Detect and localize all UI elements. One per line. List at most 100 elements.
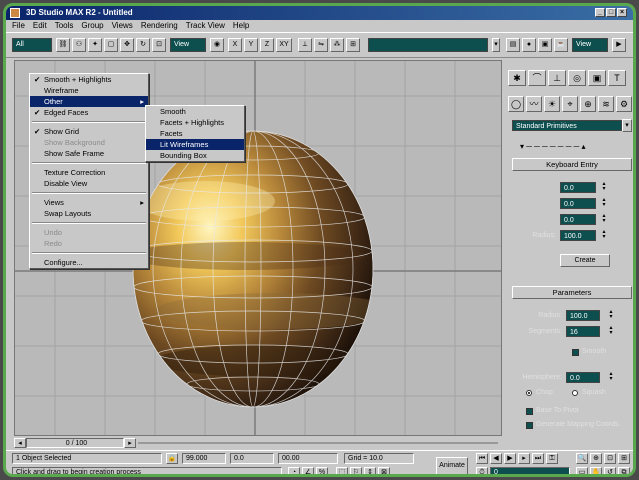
zoom-extents-all-icon[interactable]: ⊞ [618,453,630,464]
reference-coordinate-dropdown[interactable]: View [170,38,206,52]
menu-rendering[interactable]: Rendering [141,20,178,32]
zoom-icon[interactable]: 🔍 [576,453,588,464]
zoom-all-icon[interactable]: ⊕ [590,453,602,464]
select-link-icon[interactable]: ⛓ [56,38,70,52]
submenu-item-lit-wireframes[interactable]: Lit Wireframes [146,139,244,150]
kb-y-field[interactable]: 0.0 [560,198,596,209]
inverse-kinematics-icon[interactable]: ⟂ [298,38,312,52]
pan-icon[interactable]: ✋ [590,467,602,474]
align-icon[interactable]: ⊞ [346,38,360,52]
kb-x-spinner-icon[interactable]: ▴ ▾ [601,181,607,193]
menu-item-disable-view[interactable]: Disable View [30,178,148,189]
menu-group[interactable]: Group [81,20,103,32]
selection-filter-dropdown[interactable]: All [12,38,52,52]
prev-frame-icon[interactable]: ◀ [490,453,502,464]
animate-button[interactable]: Animate [436,457,468,474]
bind-space-warp-icon[interactable]: ✦ [88,38,102,52]
angle-snap-icon[interactable]: ∠ [302,467,314,474]
select-scale-icon[interactable]: ⊡ [152,38,166,52]
smooth-checkbox[interactable] [572,349,579,356]
window-crossing-icon[interactable]: ⬚ [336,467,348,474]
menu-views[interactable]: Views [112,20,133,32]
frame-readout[interactable]: 0 / 100 [26,438,124,448]
menu-edit[interactable]: Edit [33,20,47,32]
menu-item-swap-layouts[interactable]: Swap Layouts [30,208,148,219]
hemisphere-field[interactable]: 0.0 [566,372,600,383]
material-editor-icon[interactable]: ● [522,38,536,52]
menu-help[interactable]: Help [233,20,249,32]
chevron-down-icon[interactable]: ▾ [492,38,500,52]
maximize-toggle-icon[interactable]: ⧉ [618,467,630,474]
pivot-center-icon[interactable]: ◉ [210,38,224,52]
time-slider[interactable]: ◂ 0 / 100 ▸ [6,438,502,448]
arc-rotate-icon[interactable]: ↺ [604,467,616,474]
chop-radio[interactable] [526,390,532,396]
crossing-icon[interactable]: ⊠ [378,467,390,474]
unlink-icon[interactable]: ⚇ [72,38,86,52]
close-button[interactable]: × [617,8,627,17]
mirror-icon[interactable]: ⇋ [314,38,328,52]
goto-start-icon[interactable]: ⏮ [476,453,488,464]
snap-toggle-icon[interactable]: ◔ [288,467,300,474]
percent-snap-icon[interactable]: % [316,467,328,474]
quick-render-icon[interactable]: ☕ [554,38,568,52]
motion-tab-icon[interactable]: ◎ [568,70,586,86]
submenu-item-facets[interactable]: Facets [146,128,244,139]
perspective-viewport[interactable]: ✔ Smooth + Highlights Wireframe Other ▸ ✔ Edge… [14,60,502,436]
kb-z-field[interactable]: 0.0 [560,214,596,225]
base-to-pivot-checkbox[interactable] [526,408,533,415]
kb-x-field[interactable]: 0.0 [560,182,596,193]
space-warps-icon[interactable]: ≋ [598,96,614,112]
geometry-icon[interactable]: ◯ [508,96,524,112]
menu-item-edged-faces[interactable]: ✔ Edged Faces [30,107,148,118]
utilities-tab-icon[interactable]: T [608,70,626,86]
play-icon[interactable]: ▶ [504,453,516,464]
object-type-dropdown[interactable]: Standard Primitives [512,120,622,131]
degradation-override-icon[interactable]: ⚐ [350,467,362,474]
kb-z-spinner-icon[interactable]: ▴ ▾ [601,213,607,225]
select-object-icon[interactable]: ▢ [104,38,118,52]
render-last-icon[interactable]: ▶ [612,38,626,52]
helpers-icon[interactable]: ⊕ [580,96,596,112]
next-frame-icon[interactable]: ▸ [518,453,530,464]
hierarchy-tab-icon[interactable]: ⊥ [548,70,566,86]
maximize-button[interactable]: □ [606,8,616,17]
region-zoom-icon[interactable]: ▭ [576,467,588,474]
lights-icon[interactable]: ☀ [544,96,560,112]
menu-tools[interactable]: Tools [55,20,74,32]
systems-icon[interactable]: ⚙ [616,96,632,112]
create-button[interactable]: Create [560,254,610,267]
keyboard-entry-rollout[interactable]: Keyboard Entry [512,158,632,171]
cameras-icon[interactable]: ⌖ [562,96,578,112]
minimize-button[interactable]: _ [595,8,605,17]
select-rotate-icon[interactable]: ↻ [136,38,150,52]
time-track[interactable] [138,442,498,444]
menu-item-configure[interactable]: Configure... [30,257,148,268]
render-type-dropdown[interactable]: View [572,38,608,52]
segments-field[interactable]: 16 [566,326,600,337]
zoom-extents-icon[interactable]: ⊡ [604,453,616,464]
menu-track-view[interactable]: Track View [186,20,225,32]
menu-item-other[interactable]: Other ▸ [30,96,148,107]
axis-y-button[interactable]: Y [244,38,258,52]
time-next-icon[interactable]: ▸ [124,438,136,448]
modify-tab-icon[interactable]: ⌒ [528,70,546,86]
menu-item-texture-correction[interactable]: Texture Correction [30,167,148,178]
radius-field[interactable]: 100.0 [566,310,600,321]
squash-radio[interactable] [572,390,578,396]
parameters-rollout[interactable]: Parameters [512,286,632,299]
chevron-down-icon[interactable]: ▾ [622,119,632,132]
menu-item-show-safe-frame[interactable]: Show Safe Frame [30,148,148,159]
panel-scrollbar[interactable] [634,120,636,280]
select-move-icon[interactable]: ✥ [120,38,134,52]
radius-spinner-icon[interactable]: ▴ ▾ [608,309,614,321]
menu-item-views[interactable]: Views ▸ [30,197,148,208]
segments-spinner-icon[interactable]: ▴ ▾ [608,325,614,337]
time-prev-icon[interactable]: ◂ [14,438,26,448]
lock-selection-icon[interactable]: 🔒 [166,453,178,464]
named-selection-set-field[interactable] [368,38,488,52]
kb-radius-field[interactable]: 100.0 [560,230,596,241]
submenu-item-smooth[interactable]: Smooth [146,106,244,117]
axis-xy-button[interactable]: XY [276,38,292,52]
kb-y-spinner-icon[interactable]: ▴ ▾ [601,197,607,209]
